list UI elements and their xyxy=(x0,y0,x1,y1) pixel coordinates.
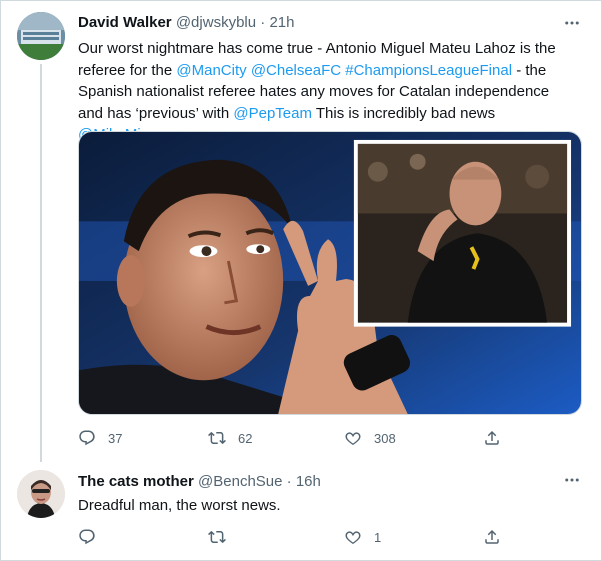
share-icon xyxy=(485,529,499,544)
avatar[interactable] xyxy=(17,470,65,518)
tweet-time[interactable]: 16h xyxy=(296,473,321,490)
tweet-actions: 37 62 308 xyxy=(78,428,508,448)
retweet-icon xyxy=(208,530,226,544)
referee-photo xyxy=(79,132,581,414)
mention-link[interactable]: @PepTeam xyxy=(233,105,312,122)
separator-dot: · xyxy=(286,473,292,490)
tweet-header: The cats mother @BenchSue · 16h xyxy=(78,472,321,492)
stadium-avatar-icon xyxy=(17,12,65,60)
mention-link[interactable]: @ManCity xyxy=(176,62,246,79)
author-name[interactable]: The cats mother xyxy=(78,473,194,490)
retweet-icon xyxy=(208,431,226,445)
like-button[interactable]: 308 xyxy=(344,428,396,448)
share-button[interactable] xyxy=(483,428,501,448)
retweet-count: 62 xyxy=(238,430,253,446)
like-count: 308 xyxy=(374,430,396,446)
tweet-actions: 1 xyxy=(78,527,508,547)
tweet-text: Our worst nightmare has come true - Anto… xyxy=(78,38,578,146)
thread-line xyxy=(40,64,42,462)
like-button[interactable]: 1 xyxy=(344,527,381,547)
more-icon xyxy=(565,21,579,25)
reply-icon xyxy=(79,529,95,545)
more-icon xyxy=(565,478,579,482)
tweet-time[interactable]: 21h xyxy=(269,14,294,31)
mention-link[interactable]: @ChelseaFC xyxy=(251,62,341,79)
reply-button[interactable] xyxy=(78,527,96,547)
reply-icon xyxy=(79,430,95,446)
tweet-text: Dreadful man, the worst news. xyxy=(78,497,281,514)
author-handle[interactable]: @djwskyblu xyxy=(176,14,256,31)
retweet-button[interactable]: 62 xyxy=(208,428,252,448)
hashtag-link[interactable]: #ChampionsLeagueFinal xyxy=(345,62,512,79)
cat-mask-avatar-icon xyxy=(17,470,65,518)
more-options-button[interactable] xyxy=(560,13,584,33)
retweet-button[interactable] xyxy=(208,527,226,547)
author-handle[interactable]: @BenchSue xyxy=(198,473,282,490)
heart-icon xyxy=(345,432,361,446)
share-icon xyxy=(485,430,499,445)
tweet-header: David Walker @djwskyblu · 21h xyxy=(78,13,294,33)
reply-count: 37 xyxy=(108,430,123,446)
more-options-button[interactable] xyxy=(560,470,584,490)
text-segment: This is incredibly bad news xyxy=(311,104,496,122)
like-count: 1 xyxy=(374,529,382,545)
reply-button[interactable]: 37 xyxy=(78,428,122,448)
inset-manager-photo xyxy=(357,143,568,323)
avatar[interactable] xyxy=(17,12,65,60)
share-button[interactable] xyxy=(483,527,501,547)
heart-icon xyxy=(345,531,361,545)
author-name[interactable]: David Walker xyxy=(78,14,172,31)
separator-dot: · xyxy=(260,14,266,31)
tweet-media[interactable] xyxy=(78,131,582,415)
